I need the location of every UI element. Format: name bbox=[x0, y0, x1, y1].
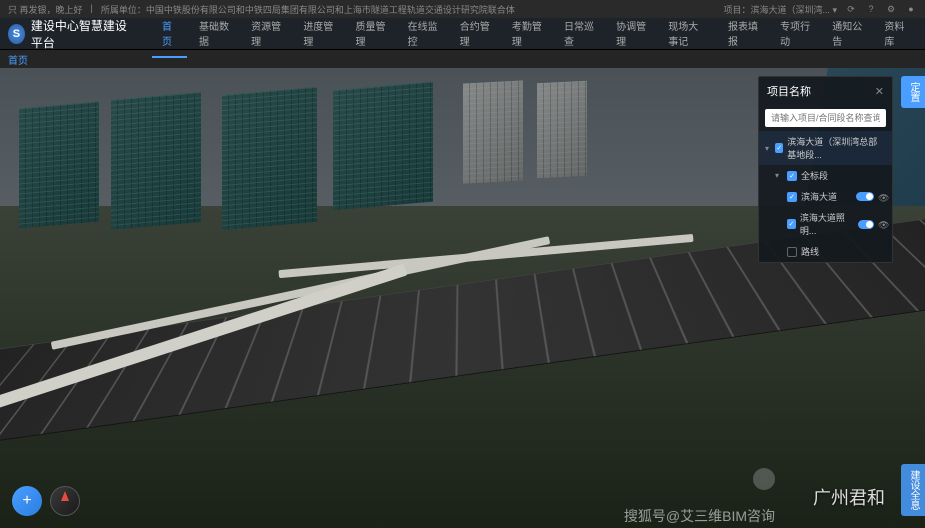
nav-archive[interactable]: 资料库 bbox=[874, 10, 917, 58]
checkbox-icon[interactable]: ✓ bbox=[787, 171, 797, 181]
collapse-icon[interactable]: ▾ bbox=[765, 144, 771, 153]
toggle-switch[interactable] bbox=[856, 192, 874, 201]
add-button[interactable]: + bbox=[12, 486, 42, 516]
panel-title: 项目名称 bbox=[767, 83, 811, 99]
layer-item[interactable]: ✓ 滨海大道 👁 bbox=[759, 186, 892, 207]
nav-coord[interactable]: 协调管理 bbox=[606, 10, 656, 58]
nav-special[interactable]: 专项行动 bbox=[770, 10, 820, 58]
eye-icon[interactable]: 👁 bbox=[878, 220, 886, 228]
project-panel: 项目名称 ✕ ▾ ✓ 滨海大道（深圳湾总部基地段... ▾ ✓ 全标段 ✓ 滨海… bbox=[758, 76, 893, 263]
checkbox-icon[interactable]: ✓ bbox=[775, 143, 783, 153]
nav-resource[interactable]: 资源管理 bbox=[241, 10, 291, 58]
checkbox-icon[interactable]: ✓ bbox=[787, 192, 797, 202]
main-nav: S 建设中心智慧建设平台 首页 基础数据 资源管理 进度管理 质量管理 在线监控… bbox=[0, 18, 925, 50]
toggle-switch[interactable] bbox=[858, 220, 874, 229]
app-logo[interactable]: S bbox=[8, 24, 25, 44]
side-tab-hologram[interactable]: 建设全息 bbox=[901, 464, 925, 516]
nav-basic-data[interactable]: 基础数据 bbox=[189, 10, 239, 58]
close-icon[interactable]: ✕ bbox=[875, 85, 884, 98]
nav-monitor[interactable]: 在线监控 bbox=[398, 10, 448, 58]
checkbox-icon[interactable] bbox=[787, 247, 797, 257]
checkbox-icon[interactable]: ✓ bbox=[787, 219, 796, 229]
nav-home[interactable]: 首页 bbox=[152, 10, 187, 58]
project-main-item[interactable]: ▾ ✓ 滨海大道（深圳湾总部基地段... bbox=[759, 131, 892, 165]
nav-patrol[interactable]: 日常巡查 bbox=[554, 10, 604, 58]
nav-attendance[interactable]: 考勤管理 bbox=[502, 10, 552, 58]
watermark-main: 广州君和 bbox=[813, 484, 885, 510]
nav-notice[interactable]: 通知公告 bbox=[822, 10, 872, 58]
3d-viewport[interactable]: 项目名称 ✕ ▾ ✓ 滨海大道（深圳湾总部基地段... ▾ ✓ 全标段 ✓ 滨海… bbox=[0, 68, 925, 528]
breadcrumb-home[interactable]: 首页 bbox=[8, 52, 28, 67]
compass-icon[interactable] bbox=[50, 486, 80, 516]
eye-icon[interactable]: 👁 bbox=[878, 193, 886, 201]
layer-item[interactable]: ✓ 滨海大道照明... 👁 bbox=[759, 207, 892, 241]
nav-reports[interactable]: 报表填报 bbox=[718, 10, 768, 58]
app-title: 建设中心智慧建设平台 bbox=[31, 17, 132, 51]
nav-progress[interactable]: 进度管理 bbox=[293, 10, 343, 58]
wechat-icon bbox=[753, 468, 775, 490]
side-tab-layout[interactable]: 定置 bbox=[901, 76, 925, 108]
layer-item[interactable]: 路线 bbox=[759, 241, 892, 262]
nav-contract[interactable]: 合约管理 bbox=[450, 10, 500, 58]
user-greeting: 只 再发银，晚上好 bbox=[8, 3, 83, 16]
watermark-sub: 搜狐号@艾三维BIM咨询 bbox=[624, 506, 775, 526]
nav-events[interactable]: 现场大事记 bbox=[658, 10, 716, 58]
nav-quality[interactable]: 质量管理 bbox=[345, 10, 395, 58]
collapse-icon[interactable]: ▾ bbox=[775, 171, 783, 180]
section-all[interactable]: ▾ ✓ 全标段 bbox=[759, 165, 892, 186]
project-search-input[interactable] bbox=[765, 109, 886, 127]
nav-items: 首页 基础数据 资源管理 进度管理 质量管理 在线监控 合约管理 考勤管理 日常… bbox=[152, 10, 917, 58]
